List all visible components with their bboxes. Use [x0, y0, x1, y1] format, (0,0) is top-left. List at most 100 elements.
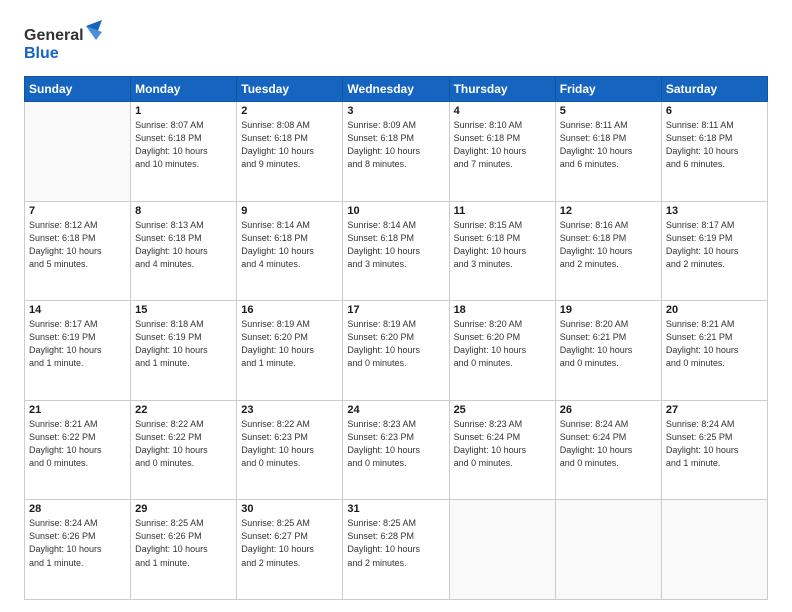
day-number: 2 — [241, 105, 338, 117]
table-row — [555, 500, 661, 600]
table-row: 17 Sunrise: 8:19 AMSunset: 6:20 PMDayligh… — [343, 301, 449, 401]
day-number: 8 — [135, 205, 232, 217]
day-number: 24 — [347, 404, 444, 416]
col-header-sunday: Sunday — [25, 77, 131, 102]
table-row — [449, 500, 555, 600]
table-row: 25 Sunrise: 8:23 AMSunset: 6:24 PMDayligh… — [449, 400, 555, 500]
day-number: 6 — [666, 105, 763, 117]
day-info: Sunrise: 8:25 AMSunset: 6:28 PMDaylight:… — [347, 517, 444, 569]
svg-text:Blue: Blue — [24, 45, 59, 62]
table-row: 16 Sunrise: 8:19 AMSunset: 6:20 PMDayligh… — [237, 301, 343, 401]
day-number: 19 — [560, 304, 657, 316]
day-info: Sunrise: 8:11 AMSunset: 6:18 PMDaylight:… — [666, 119, 763, 171]
table-row: 23 Sunrise: 8:22 AMSunset: 6:23 PMDayligh… — [237, 400, 343, 500]
col-header-monday: Monday — [131, 77, 237, 102]
day-info: Sunrise: 8:07 AMSunset: 6:18 PMDaylight:… — [135, 119, 232, 171]
day-info: Sunrise: 8:21 AMSunset: 6:22 PMDaylight:… — [29, 418, 126, 470]
day-info: Sunrise: 8:16 AMSunset: 6:18 PMDaylight:… — [560, 219, 657, 271]
day-info: Sunrise: 8:24 AMSunset: 6:26 PMDaylight:… — [29, 517, 126, 569]
table-row: 20 Sunrise: 8:21 AMSunset: 6:21 PMDayligh… — [661, 301, 767, 401]
day-info: Sunrise: 8:14 AMSunset: 6:18 PMDaylight:… — [241, 219, 338, 271]
day-info: Sunrise: 8:08 AMSunset: 6:18 PMDaylight:… — [241, 119, 338, 171]
day-info: Sunrise: 8:12 AMSunset: 6:18 PMDaylight:… — [29, 219, 126, 271]
day-number: 26 — [560, 404, 657, 416]
day-info: Sunrise: 8:10 AMSunset: 6:18 PMDaylight:… — [454, 119, 551, 171]
day-number: 15 — [135, 304, 232, 316]
day-info: Sunrise: 8:19 AMSunset: 6:20 PMDaylight:… — [347, 318, 444, 370]
table-row: 28 Sunrise: 8:24 AMSunset: 6:26 PMDayligh… — [25, 500, 131, 600]
day-number: 22 — [135, 404, 232, 416]
day-info: Sunrise: 8:20 AMSunset: 6:21 PMDaylight:… — [560, 318, 657, 370]
table-row: 13 Sunrise: 8:17 AMSunset: 6:19 PMDayligh… — [661, 201, 767, 301]
day-number: 10 — [347, 205, 444, 217]
day-info: Sunrise: 8:17 AMSunset: 6:19 PMDaylight:… — [666, 219, 763, 271]
table-row: 11 Sunrise: 8:15 AMSunset: 6:18 PMDayligh… — [449, 201, 555, 301]
day-info: Sunrise: 8:11 AMSunset: 6:18 PMDaylight:… — [560, 119, 657, 171]
table-row: 15 Sunrise: 8:18 AMSunset: 6:19 PMDayligh… — [131, 301, 237, 401]
table-row: 1Sunrise: 8:07 AMSunset: 6:18 PMDaylight… — [131, 102, 237, 202]
table-row: 7 Sunrise: 8:12 AMSunset: 6:18 PMDaylight… — [25, 201, 131, 301]
day-number: 29 — [135, 503, 232, 515]
logo-svg: General Blue — [24, 18, 114, 66]
table-row: 6 Sunrise: 8:11 AMSunset: 6:18 PMDaylight… — [661, 102, 767, 202]
table-row: 10 Sunrise: 8:14 AMSunset: 6:18 PMDayligh… — [343, 201, 449, 301]
day-info: Sunrise: 8:15 AMSunset: 6:18 PMDaylight:… — [454, 219, 551, 271]
day-info: Sunrise: 8:17 AMSunset: 6:19 PMDaylight:… — [29, 318, 126, 370]
day-info: Sunrise: 8:09 AMSunset: 6:18 PMDaylight:… — [347, 119, 444, 171]
day-number: 16 — [241, 304, 338, 316]
day-number: 27 — [666, 404, 763, 416]
day-info: Sunrise: 8:22 AMSunset: 6:22 PMDaylight:… — [135, 418, 232, 470]
day-number: 14 — [29, 304, 126, 316]
table-row: 3 Sunrise: 8:09 AMSunset: 6:18 PMDaylight… — [343, 102, 449, 202]
table-row — [661, 500, 767, 600]
day-info: Sunrise: 8:21 AMSunset: 6:21 PMDaylight:… — [666, 318, 763, 370]
table-row: 27Sunrise: 8:24 AMSunset: 6:25 PMDayligh… — [661, 400, 767, 500]
day-info: Sunrise: 8:22 AMSunset: 6:23 PMDaylight:… — [241, 418, 338, 470]
table-row: 22 Sunrise: 8:22 AMSunset: 6:22 PMDayligh… — [131, 400, 237, 500]
day-number: 20 — [666, 304, 763, 316]
day-number: 7 — [29, 205, 126, 217]
day-number: 12 — [560, 205, 657, 217]
col-header-thursday: Thursday — [449, 77, 555, 102]
day-info: Sunrise: 8:18 AMSunset: 6:19 PMDaylight:… — [135, 318, 232, 370]
table-row: 5 Sunrise: 8:11 AMSunset: 6:18 PMDaylight… — [555, 102, 661, 202]
day-number: 25 — [454, 404, 551, 416]
day-info: Sunrise: 8:14 AMSunset: 6:18 PMDaylight:… — [347, 219, 444, 271]
day-number: 5 — [560, 105, 657, 117]
day-number: 13 — [666, 205, 763, 217]
day-info: Sunrise: 8:20 AMSunset: 6:20 PMDaylight:… — [454, 318, 551, 370]
day-number: 17 — [347, 304, 444, 316]
table-row: 14 Sunrise: 8:17 AMSunset: 6:19 PMDayligh… — [25, 301, 131, 401]
table-row — [25, 102, 131, 202]
day-info: Sunrise: 8:23 AMSunset: 6:24 PMDaylight:… — [454, 418, 551, 470]
svg-text:General: General — [24, 27, 84, 44]
table-row: 9 Sunrise: 8:14 AMSunset: 6:18 PMDaylight… — [237, 201, 343, 301]
day-number: 23 — [241, 404, 338, 416]
day-number: 28 — [29, 503, 126, 515]
table-row: 31Sunrise: 8:25 AMSunset: 6:28 PMDayligh… — [343, 500, 449, 600]
day-info: Sunrise: 8:23 AMSunset: 6:23 PMDaylight:… — [347, 418, 444, 470]
table-row: 24 Sunrise: 8:23 AMSunset: 6:23 PMDayligh… — [343, 400, 449, 500]
day-number: 21 — [29, 404, 126, 416]
day-info: Sunrise: 8:25 AMSunset: 6:27 PMDaylight:… — [241, 517, 338, 569]
col-header-wednesday: Wednesday — [343, 77, 449, 102]
col-header-friday: Friday — [555, 77, 661, 102]
col-header-tuesday: Tuesday — [237, 77, 343, 102]
logo: General Blue — [24, 18, 114, 66]
table-row: 2 Sunrise: 8:08 AMSunset: 6:18 PMDaylight… — [237, 102, 343, 202]
table-row: 19 Sunrise: 8:20 AMSunset: 6:21 PMDayligh… — [555, 301, 661, 401]
page: General Blue SundayMondayTuesdayWednesda… — [0, 0, 792, 612]
day-number: 3 — [347, 105, 444, 117]
calendar-table: SundayMondayTuesdayWednesdayThursdayFrid… — [24, 76, 768, 600]
day-number: 9 — [241, 205, 338, 217]
table-row: 12 Sunrise: 8:16 AMSunset: 6:18 PMDayligh… — [555, 201, 661, 301]
table-row: 4 Sunrise: 8:10 AMSunset: 6:18 PMDaylight… — [449, 102, 555, 202]
day-number: 11 — [454, 205, 551, 217]
table-row: 30Sunrise: 8:25 AMSunset: 6:27 PMDayligh… — [237, 500, 343, 600]
table-row: 18 Sunrise: 8:20 AMSunset: 6:20 PMDayligh… — [449, 301, 555, 401]
header: General Blue — [24, 18, 768, 66]
day-info: Sunrise: 8:25 AMSunset: 6:26 PMDaylight:… — [135, 517, 232, 569]
day-info: Sunrise: 8:19 AMSunset: 6:20 PMDaylight:… — [241, 318, 338, 370]
day-number: 4 — [454, 105, 551, 117]
day-number: 18 — [454, 304, 551, 316]
